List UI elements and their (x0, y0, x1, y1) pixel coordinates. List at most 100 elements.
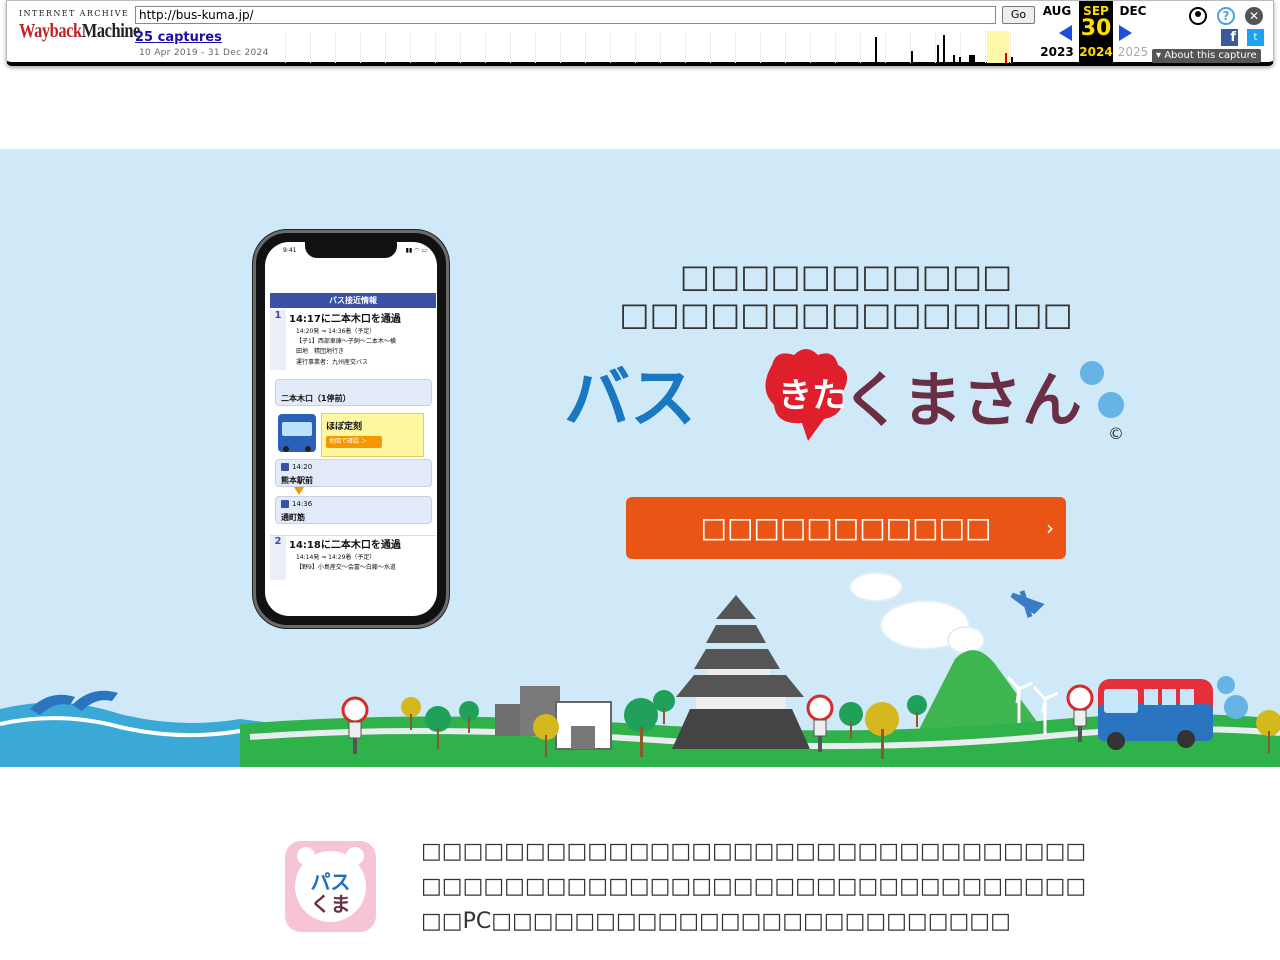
sparkline-bar (937, 45, 939, 63)
bus-entry: 1 14:17に二本木口を通過 14:20発 ⇒ 14:36着（予定） 【子1】… (270, 310, 436, 370)
sparkline-gridline (860, 31, 861, 63)
sparkline-bar (943, 35, 945, 63)
status-time: 9:41 (283, 247, 297, 254)
sparkline-gridline (635, 31, 636, 63)
sparkline-bar-current (1005, 53, 1007, 63)
sparkline-gridline (685, 31, 686, 63)
cloud (849, 572, 903, 602)
bus-approach-header: バス接近情報 (270, 293, 436, 308)
sparkline-gridline (835, 31, 836, 63)
to-stop-card: 14:36 通町筋 (275, 496, 432, 524)
sparkline-gridline (610, 31, 611, 63)
wayback-toolbar: INTERNET ARCHIVE WaybackMachine http://b… (6, 0, 1274, 66)
sparkline-gridline (560, 31, 561, 63)
exhaust-puff (1224, 695, 1248, 719)
phone-mockup: 9:41 ▮▮ ◠ ▭ バス接近情報 1 14:17に二本木口を通過 14:20… (253, 230, 449, 628)
sparkline-gridline (985, 31, 986, 63)
cta-button[interactable]: □□□□□□□□□□□ › (626, 497, 1066, 559)
sparkline-gridline (360, 31, 361, 63)
sparkline-gridline (885, 31, 886, 63)
wayback-machine-wordmark: WaybackMachine (19, 20, 140, 42)
map-confirm-button[interactable]: 地図で確認 ＞ (326, 436, 382, 448)
stop-icon (281, 500, 289, 508)
help-icon[interactable]: ? (1217, 7, 1235, 25)
logo-text-kumasan: くまさん (842, 366, 1082, 436)
sparkline-gridline (410, 31, 411, 63)
exhaust-puff (1217, 676, 1235, 694)
cta-label: □□□□□□□□□□□ (700, 511, 992, 544)
sparkline-gridline (760, 31, 761, 63)
sparkline-bar (953, 55, 955, 63)
about-capture-button[interactable]: ▾ About this capture (1152, 49, 1261, 63)
app-icon-text: くま (310, 892, 351, 916)
prev-arrow-icon[interactable] (1059, 25, 1072, 41)
castle-roof (676, 675, 804, 697)
sparkline-gridline (810, 31, 811, 63)
down-arrow-icon (294, 487, 304, 495)
sparkline-gridline (385, 31, 386, 63)
phone-notch (305, 242, 397, 258)
go-button[interactable]: Go (1002, 6, 1035, 24)
logo-text-bus: バス (564, 360, 696, 437)
sparkline-gridline (735, 31, 736, 63)
copyright-mark: © (1108, 424, 1124, 443)
phone-screen: 9:41 ▮▮ ◠ ▭ バス接近情報 1 14:17に二本木口を通過 14:20… (265, 242, 437, 616)
stop-icon (281, 463, 289, 471)
castle-roof (706, 625, 766, 643)
from-stop-card: 14:20 熊本駅前 (275, 459, 432, 487)
status-box: ほぼ定刻 地図で確認 ＞ (321, 413, 424, 457)
close-icon[interactable]: ✕ (1245, 7, 1263, 25)
logo-puff (1080, 361, 1104, 385)
sparkline-gridline (710, 31, 711, 63)
sparkline-gridline (535, 31, 536, 63)
sparkline-gridline (485, 31, 486, 63)
sparkline-gridline (335, 31, 336, 63)
bus-illustration (1098, 679, 1213, 750)
castle-wall (696, 697, 786, 709)
current-capture-date: SEP 30 2024 (1079, 1, 1113, 63)
hero-section: 9:41 ▮▮ ◠ ▭ バス接近情報 1 14:17に二本木口を通過 14:20… (0, 149, 1280, 767)
castle-roof (716, 595, 756, 619)
sparkline-bar (959, 57, 961, 63)
sparkline-gridline (785, 31, 786, 63)
logo-puff (1098, 392, 1124, 418)
logo-text-kita: きた (778, 376, 846, 416)
intro-paragraph: □□□□□□□□□□□□□□□□□□□□□□□□□□□□□□□□ □□□□□□□… (421, 839, 1087, 934)
sparkline-gridline (435, 31, 436, 63)
bus-detail: 二本木口（1停前） ほぼ定刻 地図で確認 ＞ 14:20 熊本駅前 14:36 … (274, 379, 432, 533)
chevron-right-icon: › (1046, 516, 1054, 540)
sparkline-gridline (585, 31, 586, 63)
cloud (947, 626, 985, 654)
captures-link[interactable]: 25 captures (135, 30, 222, 45)
bus-kitakumasan-logo: バス きた くまさん © (564, 349, 1124, 443)
castle-roof (694, 649, 780, 669)
user-icon[interactable] (1189, 7, 1207, 25)
castle-base (672, 709, 810, 749)
url-input[interactable]: http://bus-kuma.jp/ (135, 6, 996, 24)
status-icons: ▮▮ ◠ ▭ (405, 247, 427, 254)
sparkline-gridline (310, 31, 311, 63)
internet-archive-label: INTERNET ARCHIVE (19, 9, 130, 18)
wayback-logo[interactable]: INTERNET ARCHIVE WaybackMachine (19, 9, 140, 53)
twitter-icon[interactable]: t (1247, 29, 1264, 46)
capture-date-range: 10 Apr 2019 - 31 Dec 2024 (139, 48, 269, 58)
sparkline-gridline (510, 31, 511, 63)
sparkline-bar (911, 51, 913, 63)
sparkline-gridline (285, 31, 286, 63)
current-stop-card: 二本木口（1停前） (275, 379, 432, 406)
app-icon[interactable]: パス くま (285, 841, 376, 932)
sparkline-bar (969, 55, 975, 63)
city-scenery-illustration (0, 572, 1280, 767)
facebook-icon[interactable]: f (1221, 29, 1238, 46)
capture-sparkline[interactable] (285, 31, 1035, 63)
sparkline-gridline (460, 31, 461, 63)
sparkline-bar (875, 37, 877, 63)
next-capture-month[interactable]: DEC 2025 (1114, 1, 1152, 63)
bus-entry: 2 14:18に二本木口を通過 14:14発 ⇒ 14:29着（予定） 【野9】… (270, 535, 436, 580)
bus-icon (278, 414, 316, 452)
building-door (571, 726, 595, 749)
hero-headline: □□□□□□□□□□□ □□□□□□□□□□□□□□□ (619, 257, 1073, 333)
sparkline-bar (1011, 57, 1013, 63)
sparkline-gridline (935, 31, 936, 63)
sparkline-gridline (660, 31, 661, 63)
